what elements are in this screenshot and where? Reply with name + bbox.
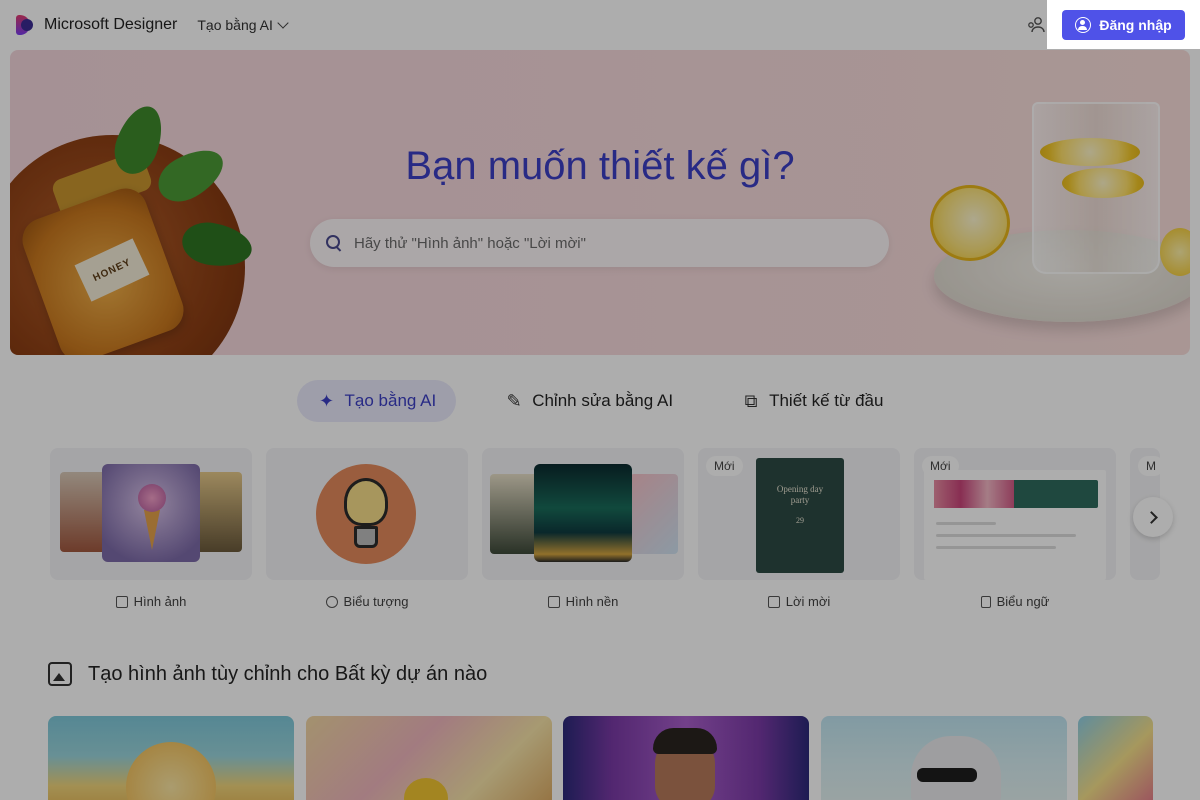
hero-banner: HONEY Bạn muốn thiết kế gì?: [10, 50, 1190, 355]
invite-title-line: Opening day: [776, 484, 824, 494]
sample-wallpaper: [630, 474, 678, 554]
chevron-right-icon: [1145, 510, 1158, 524]
template-label-sticker[interactable]: Biểu tượng: [266, 594, 468, 609]
user-icon: [1075, 16, 1092, 33]
section-title: Tạo hình ảnh tùy chỉnh cho Bất kỳ dự án …: [88, 662, 488, 685]
sun-illustration: [126, 742, 216, 800]
sunglasses-illustration: [917, 768, 977, 782]
top-bar: Microsoft Designer Tạo bằng AI: [0, 0, 1200, 50]
new-badge: M: [1138, 456, 1160, 476]
template-card-sticker[interactable]: [266, 448, 468, 580]
template-card-invitation[interactable]: Mới Opening day party 29: [698, 448, 900, 580]
gallery-image[interactable]: [48, 716, 294, 800]
calendar-icon: [767, 595, 780, 608]
sample-image: [60, 472, 106, 552]
template-card-wallpaper[interactable]: [482, 448, 684, 580]
mode-dropdown-label: Tạo bằng AI: [197, 17, 273, 33]
template-card-image[interactable]: [50, 448, 252, 580]
tab-label: Chỉnh sửa bằng AI: [532, 391, 674, 410]
lemon-decoration: [930, 185, 1010, 261]
gallery-image[interactable]: [563, 716, 809, 800]
tab-label: Thiết kế từ đầu: [769, 391, 884, 410]
gallery-image[interactable]: [821, 716, 1067, 800]
template-label-image[interactable]: Hình ảnh: [50, 594, 252, 609]
sparkle-icon: ✦: [318, 390, 335, 411]
gallery-image[interactable]: [1078, 716, 1153, 800]
wallpaper-icon: [547, 595, 560, 608]
invite-date: 29: [796, 516, 804, 525]
people-switch-icon[interactable]: [1026, 15, 1046, 35]
ice-cream-illustration: [144, 510, 160, 550]
tab-design-from-scratch[interactable]: ⧉ Thiết kế từ đầu: [721, 380, 903, 422]
signin-highlight: Đăng nhập: [1047, 0, 1200, 49]
shapes-icon: ⧉: [744, 390, 758, 411]
image-sparkle-icon: [115, 595, 128, 608]
invitation-preview: Opening day party 29: [756, 458, 844, 573]
tab-edit-with-ai[interactable]: ✎ Chỉnh sửa bằng AI: [484, 380, 693, 422]
template-label-banner[interactable]: Biểu ngữ: [914, 594, 1116, 609]
signin-label: Đăng nhập: [1099, 16, 1172, 33]
sample-image: [196, 472, 242, 552]
image-gallery: [48, 716, 1153, 800]
template-label-text: Lời mời: [785, 594, 831, 609]
search-input[interactable]: [354, 234, 854, 252]
template-label-text: Biểu ngữ: [996, 594, 1050, 609]
designer-logo-icon[interactable]: [16, 15, 36, 35]
template-card-banner[interactable]: Mới: [914, 448, 1116, 580]
template-label-text: Hình ảnh: [133, 594, 187, 609]
mode-dropdown[interactable]: Tạo bằng AI: [197, 17, 289, 33]
chevron-down-icon: [277, 17, 289, 29]
carousel-next-button[interactable]: [1133, 497, 1173, 537]
bird-illustration: [404, 778, 448, 800]
search-icon: [326, 235, 342, 251]
aurora-wallpaper: [534, 464, 632, 562]
search-bar[interactable]: [310, 219, 889, 267]
tab-label: Tạo bằng AI: [344, 391, 437, 410]
section-heading: Tạo hình ảnh tùy chỉnh cho Bất kỳ dự án …: [48, 662, 487, 686]
template-carousel: Mới Opening day party 29 Mới M Hình ảnh B…: [50, 448, 1160, 609]
brand-name[interactable]: Microsoft Designer: [44, 16, 177, 34]
tab-create-with-ai[interactable]: ✦ Tạo bằng AI: [296, 380, 457, 422]
gallery-image[interactable]: [306, 716, 552, 800]
template-label-invitation[interactable]: Lời mời: [698, 594, 900, 609]
lightbulb-icon: [344, 478, 388, 526]
template-label-text: Hình nền: [565, 594, 619, 609]
sample-wallpaper: [490, 474, 538, 554]
new-badge: Mới: [706, 456, 743, 476]
hero-title: Bạn muốn thiết kế gì?: [405, 144, 795, 188]
invite-title-line: party: [790, 495, 810, 505]
banner-preview: [924, 470, 1106, 580]
template-label-text: Biểu tượng: [343, 594, 409, 609]
ice-cream-illustration: [138, 484, 166, 512]
category-tabs: ✦ Tạo bằng AI ✎ Chỉnh sửa bằng AI ⧉ Thiế…: [0, 380, 1200, 422]
banner-header: [934, 480, 1098, 508]
template-label-wallpaper[interactable]: Hình nền: [482, 594, 684, 609]
signin-button[interactable]: Đăng nhập: [1062, 9, 1185, 40]
image-sparkle-icon: [48, 662, 72, 686]
sticker-icon: [325, 595, 338, 608]
lightbulb-base: [354, 526, 378, 548]
edit-sparkle-icon: ✎: [506, 390, 522, 411]
clipboard-icon: [980, 595, 991, 608]
